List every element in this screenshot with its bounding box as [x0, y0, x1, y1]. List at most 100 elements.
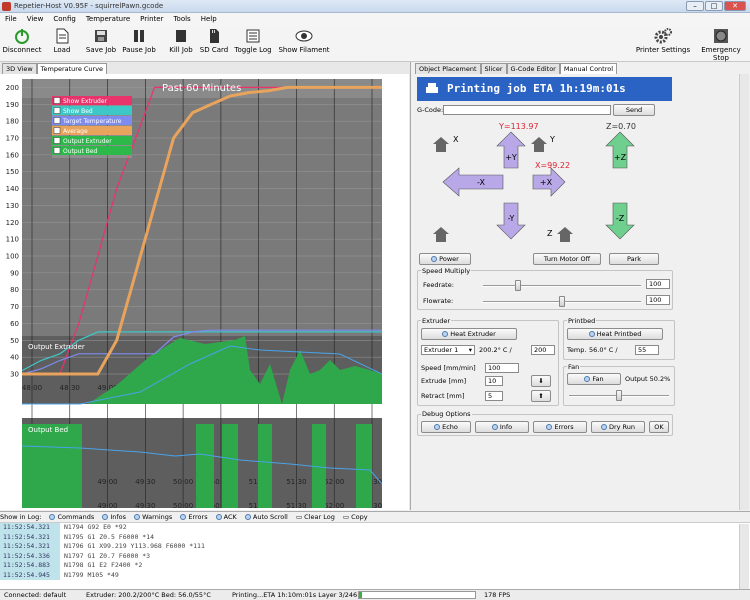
- flowrate-slider[interactable]: [483, 296, 641, 307]
- y-tick-label: 110: [6, 236, 19, 244]
- title-bar: Repetier-Host V0.95F - squirrelPawn.gcod…: [0, 0, 750, 13]
- gcode-input[interactable]: [443, 105, 611, 115]
- extruder-temp: 200.2° C /: [479, 346, 512, 354]
- tab-3d-view[interactable]: 3D View: [2, 63, 37, 74]
- menu-printer[interactable]: Printer: [135, 13, 168, 25]
- home-z-icon[interactable]: [557, 227, 573, 242]
- close-button[interactable]: ✕: [724, 1, 746, 11]
- menu-tools[interactable]: Tools: [168, 13, 195, 25]
- gear-icon: [654, 28, 672, 44]
- x-tick-label: 51:30: [286, 502, 306, 510]
- heat-printbed-radio-icon: [588, 331, 595, 337]
- copy-button[interactable]: ▭ Copy: [343, 512, 368, 522]
- auto-scroll-toggle[interactable]: Auto Scroll: [244, 512, 288, 522]
- extrude-button[interactable]: ⬇: [531, 375, 551, 387]
- fan-button[interactable]: Fan: [567, 373, 621, 385]
- legend-checkbox-icon: [53, 117, 61, 124]
- feedrate-slider[interactable]: [483, 280, 641, 291]
- maximize-button[interactable]: □: [705, 1, 723, 11]
- show-filament-button[interactable]: Show Filament: [277, 28, 331, 54]
- clear-log-button[interactable]: ▭ Clear Log: [296, 512, 335, 522]
- info-button[interactable]: Info: [475, 421, 529, 433]
- home-y-icon[interactable]: [531, 137, 547, 152]
- menu-help[interactable]: Help: [196, 13, 222, 25]
- menu-view[interactable]: View: [22, 13, 49, 25]
- tab-slicer[interactable]: Slicer: [480, 63, 507, 74]
- dry-run-label: Dry Run: [608, 423, 636, 431]
- jog-minus-x[interactable]: -X: [442, 167, 504, 197]
- extrude-input[interactable]: 10: [485, 376, 503, 386]
- toggle-log-button[interactable]: Toggle Log: [233, 28, 273, 54]
- x-tick-label: 49:30: [135, 478, 155, 486]
- home-x-icon[interactable]: [433, 137, 449, 152]
- x-axis-label: X: [453, 135, 459, 144]
- bed-target-input[interactable]: 55: [635, 345, 659, 355]
- disconnect-button[interactable]: Disconnect: [2, 28, 42, 54]
- jog-plus-y-label: +Y: [505, 153, 517, 162]
- pause-job-button[interactable]: Pause Job: [121, 28, 157, 54]
- kill-job-button[interactable]: Kill Job: [166, 28, 196, 54]
- sd-card-button[interactable]: SD Card: [199, 28, 229, 54]
- dry-run-button[interactable]: Dry Run: [591, 421, 645, 433]
- menu-file[interactable]: File: [0, 13, 22, 25]
- tab-manual-control[interactable]: Manual Control: [559, 63, 618, 74]
- progress-bar: [358, 591, 476, 599]
- eye-icon: [295, 30, 313, 42]
- ack-toggle[interactable]: ACK: [215, 512, 237, 522]
- extruder-target-input[interactable]: 200: [531, 345, 555, 355]
- printer-settings-button[interactable]: Printer Settings: [634, 28, 692, 54]
- feedrate-input[interactable]: 100: [646, 279, 670, 289]
- minimize-button[interactable]: –: [686, 1, 704, 11]
- echo-button[interactable]: Echo: [421, 421, 471, 433]
- speed-input[interactable]: 100: [485, 363, 519, 373]
- extruder-select[interactable]: Extruder 1 ▾: [421, 345, 475, 355]
- log-timestamp: 11:52:54.945: [0, 570, 60, 580]
- fan-slider[interactable]: [569, 390, 669, 401]
- emergency-stop-label: Emergency Stop: [701, 46, 741, 62]
- save-icon: [95, 30, 107, 42]
- jog-minus-z[interactable]: -Z: [605, 202, 635, 240]
- legend-checkbox-icon: [53, 107, 61, 114]
- retract-button[interactable]: ⬆: [531, 390, 551, 402]
- infos-toggle[interactable]: Infos: [102, 512, 126, 522]
- flowrate-thumb[interactable]: [559, 296, 565, 307]
- home-all-icon[interactable]: [433, 227, 449, 242]
- tab-gcode-editor[interactable]: G-Code Editor: [506, 63, 560, 74]
- jog-plus-x[interactable]: +X: [532, 167, 566, 197]
- tab-object-placement[interactable]: Object Placement: [415, 63, 481, 74]
- fan-thumb[interactable]: [616, 390, 622, 401]
- power-label: Power: [439, 255, 459, 263]
- save-job-button[interactable]: Save Job: [83, 28, 119, 54]
- jog-plus-y[interactable]: +Y: [496, 131, 526, 169]
- feedrate-label: Feedrate:: [423, 281, 454, 289]
- flowrate-input[interactable]: 100: [646, 295, 670, 305]
- feedrate-thumb[interactable]: [514, 280, 521, 291]
- flowrate-label: Flowrate:: [423, 297, 454, 305]
- turn-motor-off-button[interactable]: Turn Motor Off: [533, 253, 601, 265]
- park-button[interactable]: Park: [609, 253, 659, 265]
- y-tick-label: 30: [10, 371, 19, 379]
- load-button[interactable]: Load: [50, 28, 74, 54]
- menu-temperature[interactable]: Temperature: [81, 13, 135, 25]
- log-timestamp: 11:52:54.321: [0, 542, 60, 552]
- pause-job-label: Pause Job: [122, 46, 156, 54]
- errors-toggle[interactable]: Errors: [180, 512, 208, 522]
- heat-extruder-button[interactable]: Heat Extruder: [421, 328, 517, 340]
- jog-minus-y[interactable]: -Y: [496, 202, 526, 240]
- menu-config[interactable]: Config: [48, 13, 80, 25]
- output-bed-title: Output Bed: [28, 426, 68, 434]
- tab-temperature-curve[interactable]: Temperature Curve: [36, 63, 108, 74]
- jog-plus-z[interactable]: +Z: [605, 131, 635, 169]
- warnings-toggle[interactable]: Warnings: [134, 512, 172, 522]
- commands-toggle[interactable]: Commands: [49, 512, 94, 522]
- ok-button[interactable]: OK: [649, 421, 669, 433]
- power-button[interactable]: Power: [419, 253, 471, 265]
- errors-button[interactable]: Errors: [533, 421, 587, 433]
- chevron-down-icon: ▾: [468, 346, 472, 354]
- emergency-stop-button[interactable]: Emergency Stop: [694, 28, 748, 62]
- send-button[interactable]: Send: [613, 104, 655, 116]
- right-scrollbar[interactable]: [739, 74, 749, 510]
- heat-printbed-button[interactable]: Heat Printbed: [567, 328, 663, 340]
- retract-input[interactable]: 5: [485, 391, 503, 401]
- log-scrollbar[interactable]: [739, 524, 749, 589]
